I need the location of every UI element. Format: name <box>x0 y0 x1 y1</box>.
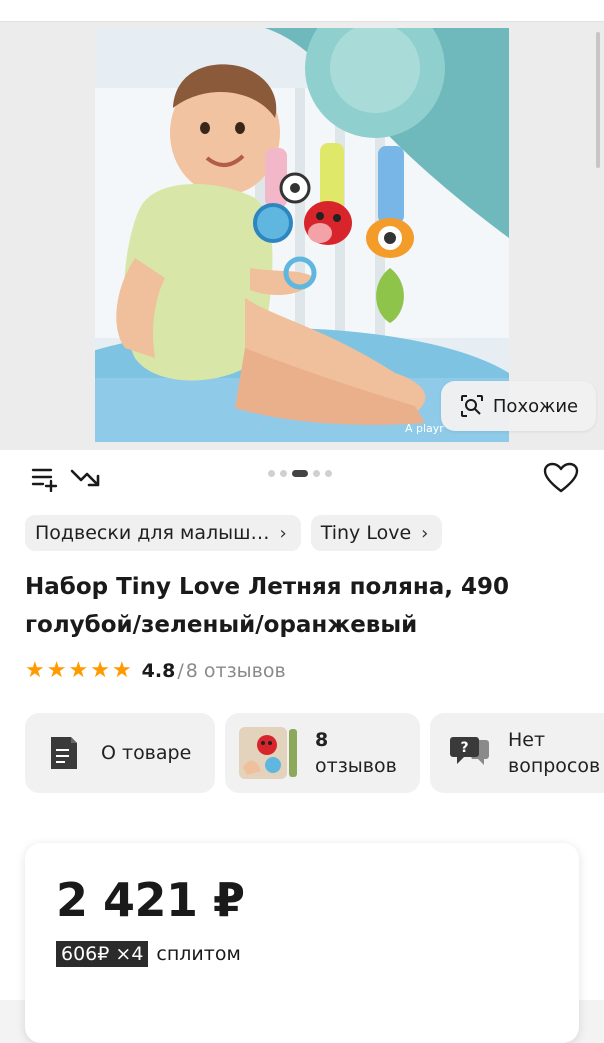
product-gallery[interactable]: A playr Похожие <box>0 22 604 450</box>
reviews-card-label: отзывов <box>315 755 397 777</box>
price-drop-button[interactable] <box>68 460 104 496</box>
star-icon: ★ <box>68 658 89 683</box>
split-payment-label: сплитом <box>156 943 241 965</box>
rating-stars: ★ ★ ★ ★ ★ <box>25 660 132 682</box>
favorite-button[interactable] <box>543 460 579 496</box>
reviews-card-count: 8 <box>315 729 329 751</box>
questions-card-line2: вопросов <box>508 755 601 777</box>
questions-card-line1: Нет <box>508 729 546 751</box>
image-watermark: A playr <box>405 422 444 435</box>
questions-card[interactable]: ? Нет вопросов <box>430 713 604 793</box>
product-title: Набор Tiny Love Летняя поляна, 490 голуб… <box>25 574 510 638</box>
breadcrumb: Подвески для малыш… › Tiny Love › <box>25 515 443 551</box>
product-photo[interactable]: A playr <box>95 28 509 442</box>
image-search-icon <box>460 395 483 417</box>
breadcrumb-brand-chip[interactable]: Tiny Love › <box>310 515 443 551</box>
svg-text:?: ? <box>460 740 468 756</box>
slide-dot[interactable] <box>313 470 320 477</box>
breadcrumb-brand-label: Tiny Love <box>320 522 412 544</box>
slide-indicator <box>268 470 332 477</box>
rating-value: 4.8 <box>141 660 176 682</box>
star-icon: ★ <box>90 658 110 683</box>
heart-icon <box>543 462 579 493</box>
reviews-card-text: 8 отзывов <box>315 727 397 779</box>
slide-dot[interactable] <box>280 470 287 477</box>
questions-card-text: Нет вопросов <box>508 727 600 779</box>
price-card: 2 421 ₽ 606₽ ×4 сплитом <box>25 843 579 1043</box>
product-content: Подвески для малыш… › Tiny Love › Набор … <box>0 450 604 1043</box>
breadcrumb-category-chip[interactable]: Подвески для малыш… › <box>25 515 301 551</box>
product-price: 2 421 ₽ <box>56 873 245 927</box>
chevron-right-icon: › <box>421 522 429 544</box>
add-to-list-icon <box>31 468 58 492</box>
breadcrumb-category-label: Подвески для малыш… <box>35 522 270 544</box>
product-rating[interactable]: ★ ★ ★ ★ ★ 4.8 / 8 отзывов <box>25 660 286 683</box>
add-to-list-button[interactable] <box>26 460 62 496</box>
slide-dot-active[interactable] <box>292 470 308 477</box>
slide-dot[interactable] <box>325 470 332 477</box>
star-icon: ★ <box>111 658 132 683</box>
about-product-card[interactable]: О товаре <box>25 713 215 793</box>
document-icon <box>51 737 77 769</box>
split-payment-row[interactable]: 606₽ ×4 сплитом <box>56 941 241 967</box>
similar-items-label: Похожие <box>492 395 579 417</box>
review-thumbnail <box>239 727 297 779</box>
about-product-label: О товаре <box>101 742 192 764</box>
split-payment-badge: 606₽ ×4 <box>56 941 149 967</box>
trend-down-icon <box>70 469 100 487</box>
reviews-count-link[interactable]: 8 отзывов <box>186 660 286 682</box>
gallery-actions-row <box>0 450 604 508</box>
question-bubble-icon: ? <box>450 737 489 765</box>
star-icon: ★ <box>25 658 45 683</box>
reviews-card[interactable]: 8 отзывов <box>225 713 420 793</box>
top-header-strip <box>0 0 604 22</box>
info-cards-row: О товаре 8 отзывов ? Нет вопросов <box>25 713 604 795</box>
product-image-baby-toys: A playr <box>95 28 509 442</box>
similar-items-button[interactable]: Похожие <box>441 381 596 431</box>
chevron-right-icon: › <box>279 522 287 544</box>
slide-dot[interactable] <box>268 470 275 477</box>
star-icon: ★ <box>46 658 67 683</box>
scrollbar[interactable] <box>596 32 600 168</box>
rating-separator: / <box>177 660 184 682</box>
